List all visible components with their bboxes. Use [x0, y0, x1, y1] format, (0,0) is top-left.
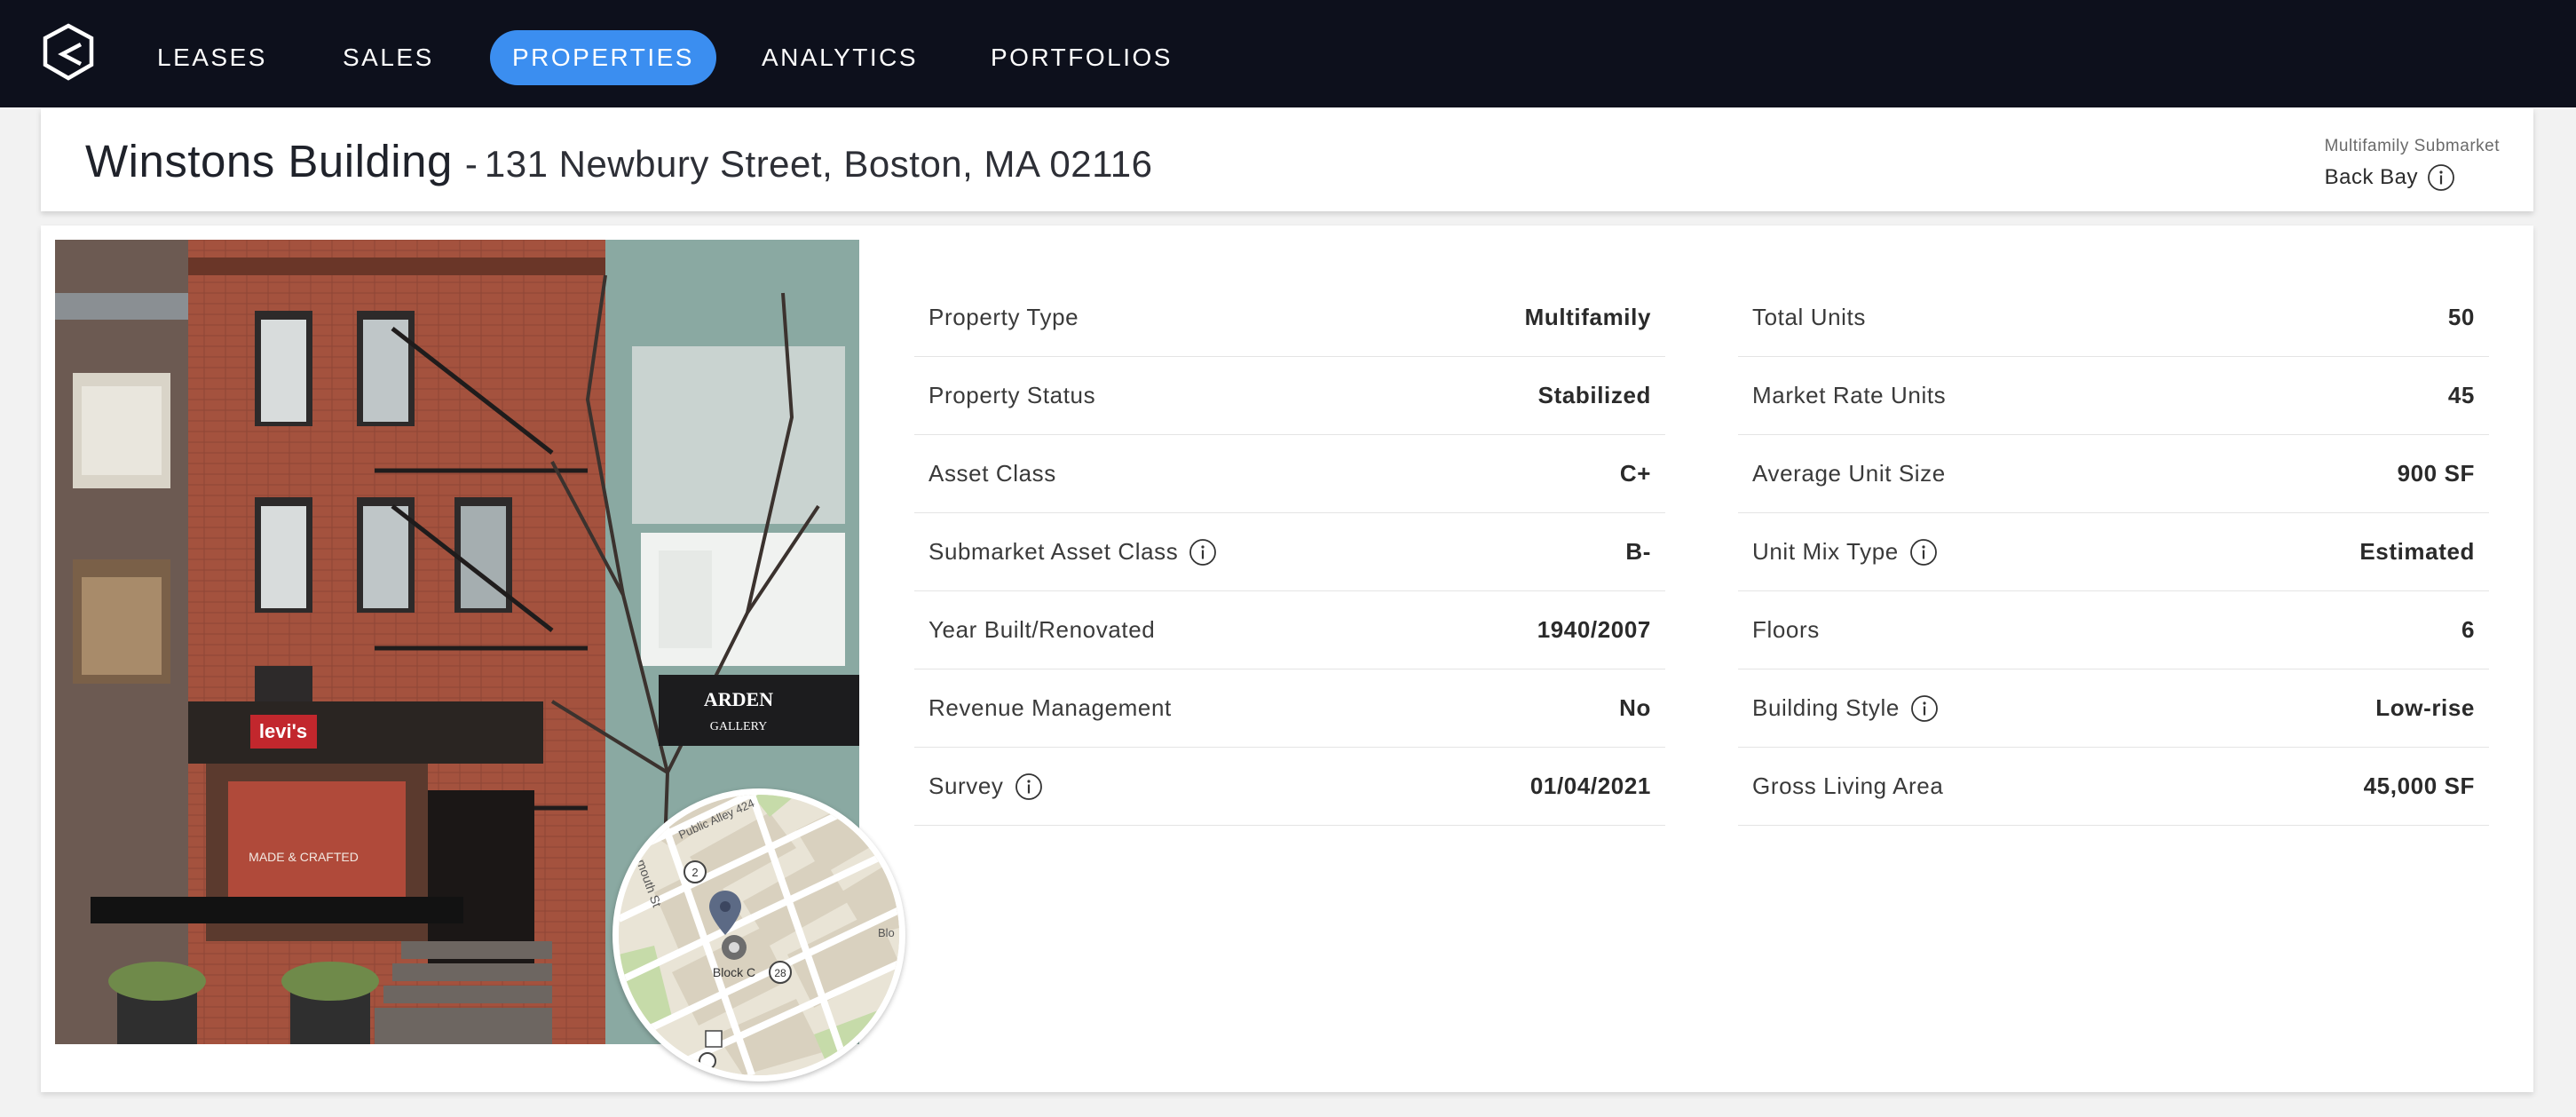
nav-tab-properties[interactable]: PROPERTIES	[490, 30, 716, 85]
detail-label: Survey	[928, 772, 1004, 799]
detail-value: 50	[2447, 304, 2475, 330]
building-logo-icon[interactable]	[41, 23, 96, 82]
nav-tab-portfolios[interactable]: PORTFOLIOS	[991, 30, 1173, 85]
window-text: MADE & CRAFTED	[249, 850, 359, 864]
detail-label: Property Status	[928, 382, 1096, 408]
detail-label: Average Unit Size	[1752, 460, 1946, 487]
detail-row-asset-class: Asset Class C+	[914, 435, 1665, 513]
detail-value: Multifamily	[1524, 304, 1651, 330]
detail-value: C+	[1619, 460, 1651, 487]
detail-value: No	[1619, 694, 1651, 721]
building-name: Winstons Building	[85, 136, 453, 186]
detail-row-submarket-asset-class: Submarket Asset Class B-	[914, 513, 1665, 591]
map-place-icon	[722, 935, 747, 960]
submarket-label: Multifamily Submarket	[2324, 137, 2500, 155]
nav-tab-sales[interactable]: SALES	[343, 30, 434, 85]
detail-value: 45	[2447, 382, 2475, 408]
detail-value: B-	[1625, 538, 1651, 565]
map-route-badge: 2	[691, 866, 698, 879]
detail-label: Market Rate Units	[1752, 382, 1947, 408]
submarket-value: Back Bay	[2324, 165, 2418, 189]
detail-label: Total Units	[1752, 304, 1866, 330]
map-route-badge-2: 28	[774, 967, 786, 979]
detail-row-gross-living-area: Gross Living Area 45,000 SF	[1738, 748, 2489, 826]
detail-row-property-status: Property Status Stabilized	[914, 357, 1665, 435]
page-title: Winstons Building -131 Newbury Street, Bo…	[85, 135, 1153, 187]
detail-label: Property Type	[928, 304, 1079, 330]
detail-label: Floors	[1752, 616, 1820, 643]
detail-label: Revenue Management	[928, 694, 1172, 721]
info-icon[interactable]	[1189, 538, 1217, 566]
detail-value: 6	[2461, 616, 2475, 643]
detail-row-unit-mix-type: Unit Mix Type Estimated	[1738, 513, 2489, 591]
detail-label-with-info: Submarket Asset Class	[928, 538, 1217, 566]
detail-row-property-type: Property Type Multifamily	[914, 279, 1665, 357]
detail-value: Stabilized	[1537, 382, 1651, 408]
nav-tab-analytics[interactable]: ANALYTICS	[762, 30, 918, 85]
detail-value: Estimated	[2359, 538, 2475, 565]
detail-row-market-rate-units: Market Rate Units 45	[1738, 357, 2489, 435]
detail-value: 45,000 SF	[2363, 772, 2475, 799]
title-separator: -	[464, 143, 478, 185]
storefront-sign-text: levi's	[259, 720, 307, 742]
detail-value: Low-rise	[2375, 694, 2475, 721]
detail-label: Building Style	[1752, 694, 1900, 721]
top-nav: LEASES SALES PROPERTIES ANALYTICS PORTFO…	[0, 0, 2576, 107]
details-column-left: Property Type Multifamily Property Statu…	[914, 279, 1665, 826]
detail-row-building-style: Building Style Low-rise	[1738, 669, 2489, 748]
gallery-sign-2: GALLERY	[710, 720, 768, 733]
detail-value: 1940/2007	[1537, 616, 1651, 643]
detail-label: Unit Mix Type	[1752, 538, 1899, 565]
detail-label: Gross Living Area	[1752, 772, 1944, 799]
info-icon[interactable]	[1910, 694, 1939, 723]
detail-value: 01/04/2021	[1529, 772, 1651, 799]
building-address: 131 Newbury Street, Boston, MA 02116	[484, 143, 1153, 185]
info-icon[interactable]	[2427, 163, 2455, 192]
nav-tab-leases[interactable]: LEASES	[157, 30, 267, 85]
details-column-right: Total Units 50 Market Rate Units 45 Aver…	[1738, 279, 2489, 826]
detail-row-year-built: Year Built/Renovated 1940/2007	[914, 591, 1665, 669]
detail-label-with-info: Building Style	[1752, 694, 1939, 723]
detail-row-floors: Floors 6	[1738, 591, 2489, 669]
detail-row-average-unit-size: Average Unit Size 900 SF	[1738, 435, 2489, 513]
detail-label: Submarket Asset Class	[928, 538, 1179, 565]
info-icon[interactable]	[1015, 772, 1043, 801]
info-icon[interactable]	[1909, 538, 1938, 566]
gallery-sign-1: ARDEN	[704, 688, 773, 710]
detail-label-with-info: Survey	[928, 772, 1043, 801]
map-block-label: Block C	[713, 965, 755, 979]
detail-label: Asset Class	[928, 460, 1056, 487]
property-details-card: levi's MADE & CRAFTED ARDEN GALLERY Publ…	[41, 226, 2533, 1092]
detail-row-revenue-management: Revenue Management No	[914, 669, 1665, 748]
detail-row-survey: Survey 01/04/2021	[914, 748, 1665, 826]
detail-row-total-units: Total Units 50	[1738, 279, 2489, 357]
detail-value: 900 SF	[2397, 460, 2475, 487]
property-header: Winstons Building -131 Newbury Street, Bo…	[41, 108, 2533, 211]
submarket-block: Multifamily Submarket Back Bay	[2325, 137, 2500, 192]
detail-label: Year Built/Renovated	[928, 616, 1156, 643]
detail-label-with-info: Unit Mix Type	[1752, 538, 1938, 566]
submarket-value-row: Back Bay	[2325, 163, 2500, 192]
location-map[interactable]: Public Alley 424 mouth St Blo 2 28 Block…	[612, 788, 905, 1081]
map-street-label-3: Blo	[878, 926, 895, 939]
